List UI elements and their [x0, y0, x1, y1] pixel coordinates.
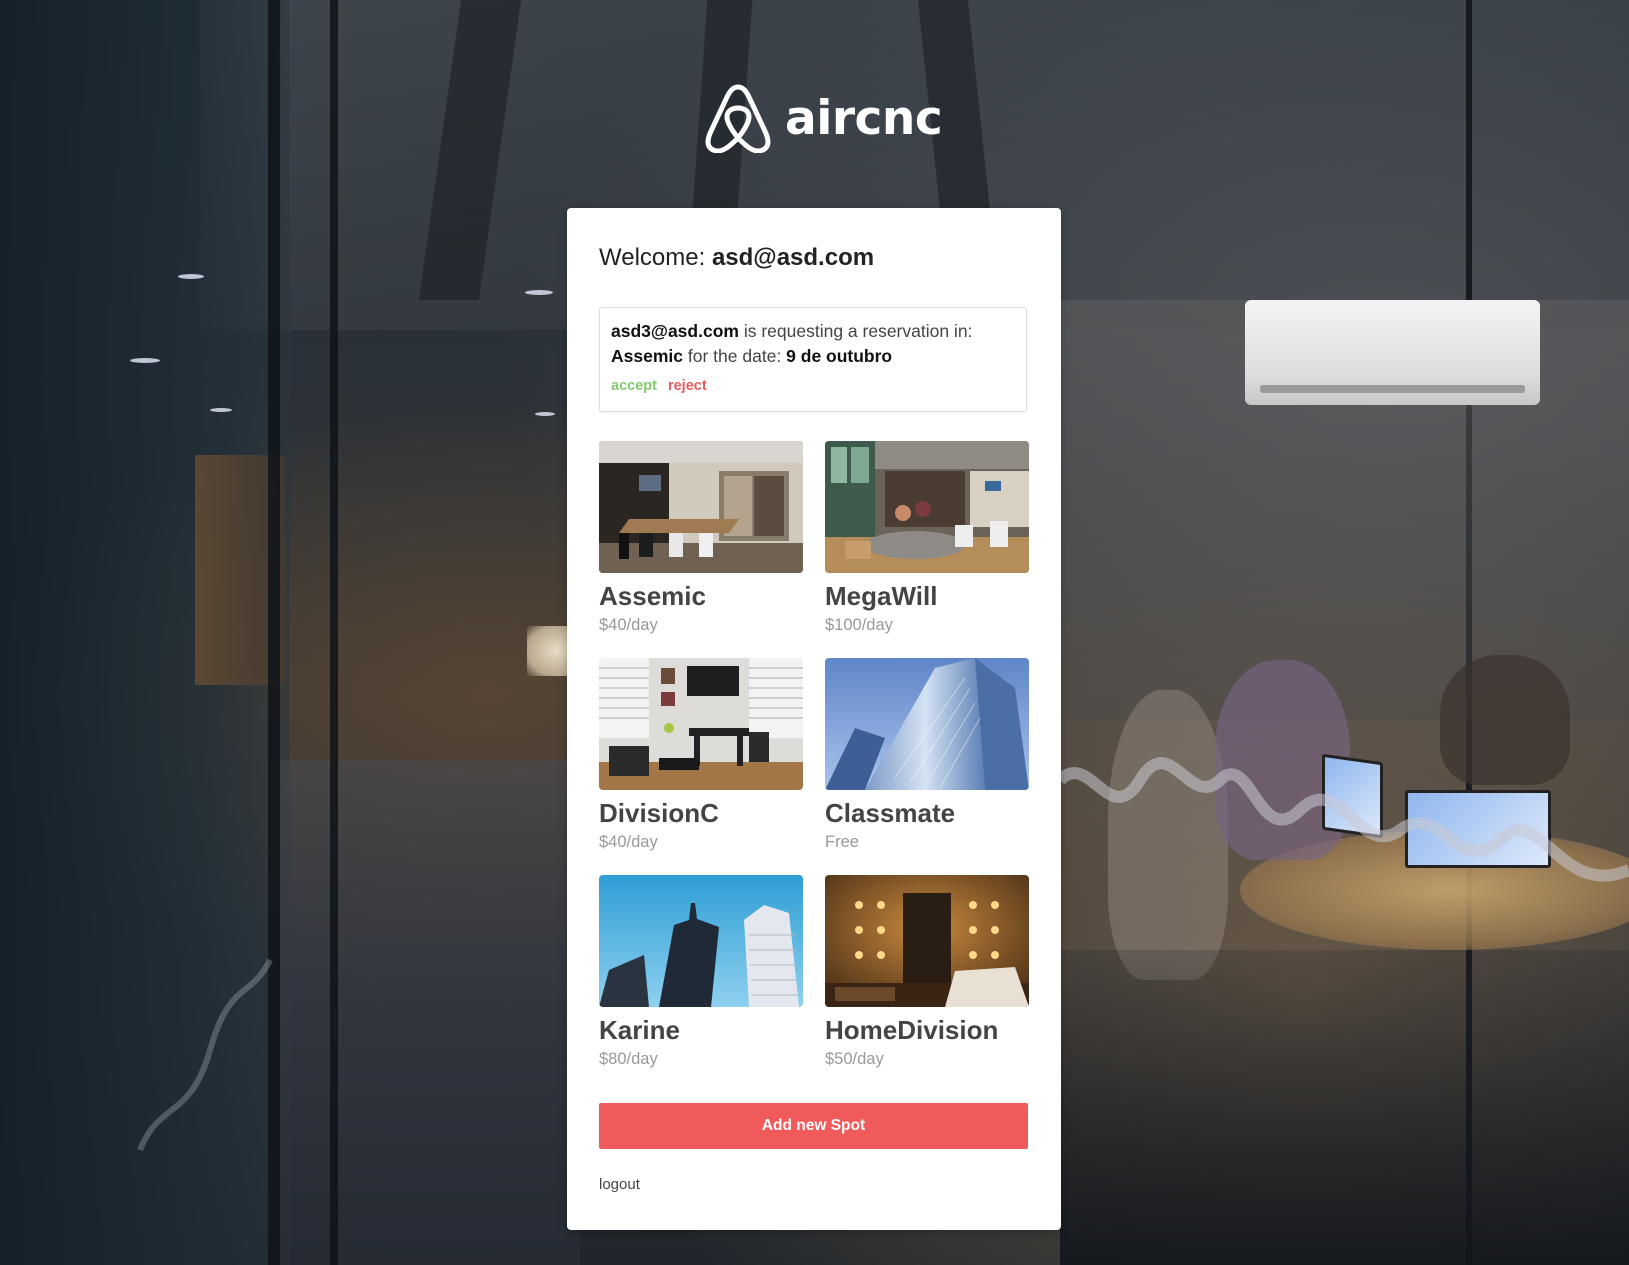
request-date-text: for the date: [687, 346, 782, 366]
spot-item[interactable]: DivisionC $40/day [599, 658, 803, 858]
spot-price: $100/day [825, 616, 893, 634]
spot-thumbnail [825, 658, 1029, 790]
room-photo [825, 875, 1029, 1007]
foreground-shade [1060, 950, 1629, 1265]
office-photo [599, 441, 803, 573]
dashboard-card: Welcome: asd@asd.com asd3@asd.com is req… [567, 208, 1061, 1230]
app-logo-text: aircnc [785, 90, 943, 146]
spot-name: Karine [599, 1015, 680, 1045]
request-actions: accept reject [611, 378, 707, 394]
spot-item[interactable]: Karine $80/day [599, 875, 803, 1075]
office-photo [599, 658, 803, 790]
building-photo [599, 875, 803, 1007]
reservation-request: asd3@asd.com is requesting a reservation… [599, 307, 1027, 412]
office-photo [825, 441, 1029, 573]
accept-button[interactable]: accept [611, 378, 657, 394]
spot-thumbnail [599, 658, 803, 790]
spot-name: DivisionC [599, 798, 719, 828]
glass-decal [137, 958, 273, 1152]
add-new-spot-button[interactable]: Add new Spot [599, 1103, 1028, 1149]
ceiling-light [525, 290, 553, 295]
spot-price: $50/day [825, 1050, 884, 1068]
ceiling-light [130, 358, 160, 363]
spot-price: $40/day [599, 616, 658, 634]
glass-decal [1060, 757, 1629, 882]
spot-name: HomeDivision [825, 1015, 999, 1045]
welcome-email: asd@asd.com [711, 244, 875, 271]
ceiling-light [535, 412, 555, 416]
spot-item[interactable]: HomeDivision $50/day [825, 875, 1029, 1075]
spot-item[interactable]: MegaWill $100/day [825, 441, 1029, 641]
spot-name: Classmate [825, 798, 956, 828]
ceiling-light [210, 408, 232, 412]
building-photo [825, 658, 1029, 790]
spot-name: MegaWill [825, 581, 938, 611]
spot-thumbnail [825, 875, 1029, 1007]
request-spot: Assemic [611, 346, 683, 366]
spot-name: Assemic [599, 581, 706, 611]
request-line-1: asd3@asd.com is requesting a reservation… [611, 321, 972, 342]
request-text: is requesting a reservation in: [743, 321, 973, 341]
spot-thumbnail [825, 441, 1029, 573]
spot-price: $80/day [599, 1050, 658, 1068]
spot-item[interactable]: Assemic $40/day [599, 441, 803, 641]
reject-button[interactable]: reject [668, 378, 707, 394]
spot-thumbnail [599, 441, 803, 573]
request-date: 9 de outubro [786, 346, 893, 366]
spot-item[interactable]: Classmate Free [825, 658, 1029, 858]
ceiling-light [178, 274, 204, 279]
requester-email: asd3@asd.com [611, 321, 739, 341]
corridor-floor [280, 760, 580, 1265]
air-conditioner-vent [1260, 385, 1525, 393]
welcome-prefix: Welcome: [599, 244, 706, 271]
app-logo: aircnc [705, 82, 943, 154]
glass-frame [330, 0, 338, 1265]
welcome-heading: Welcome: asd@asd.com [599, 244, 874, 272]
request-line-2: Assemic for the date: 9 de outubro [611, 346, 892, 367]
airbnb-belo-icon [705, 84, 771, 153]
logout-link[interactable]: logout [599, 1176, 640, 1193]
spot-price: $40/day [599, 833, 658, 851]
spot-price: Free [825, 833, 859, 851]
spot-thumbnail [599, 875, 803, 1007]
